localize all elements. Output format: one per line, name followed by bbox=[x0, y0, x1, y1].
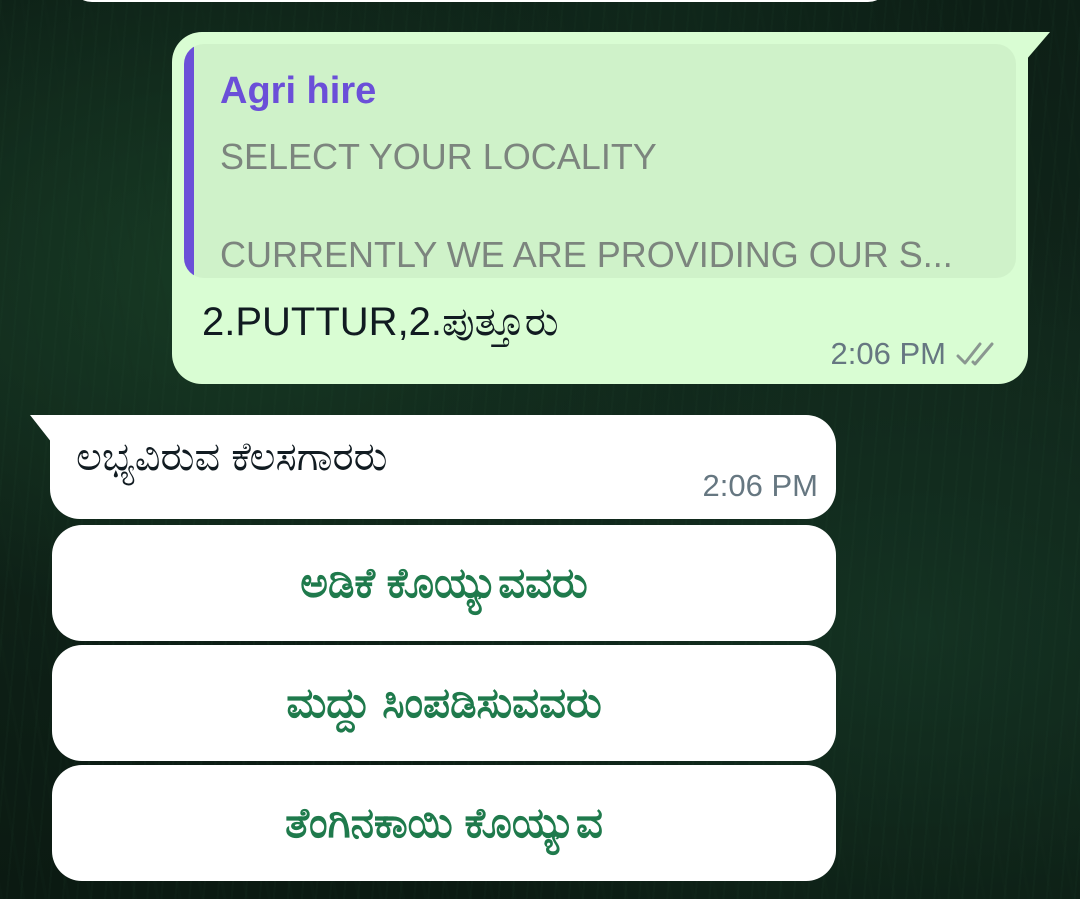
outgoing-message-time: 2:06 PM bbox=[830, 336, 946, 371]
reply-button-label: ತೆಂಗಿನಕಾಯಿ ಕೊಯ್ಯುವ bbox=[285, 798, 603, 846]
quoted-text-line-2: CURRENTLY WE ARE PROVIDING OUR S... bbox=[220, 234, 953, 275]
reply-button-pesticide-sprayers[interactable]: ಮದ್ದು ಸಿಂಪಡಿಸುವವರು bbox=[52, 645, 836, 761]
quoted-message[interactable]: Agri hire SELECT YOUR LOCALITY CURRENTLY… bbox=[184, 44, 1016, 278]
incoming-message-bubble[interactable]: ಲಭ್ಯವಿರುವ ಕೆಲಸಗಾರರು 2:06 PM bbox=[30, 415, 836, 519]
incoming-bubble-tail bbox=[30, 415, 52, 443]
reply-button-coconut-pluckers[interactable]: ತೆಂಗಿನಕಾಯಿ ಕೊಯ್ಯುವ bbox=[52, 765, 836, 881]
outgoing-bubble-tail bbox=[1026, 32, 1050, 60]
incoming-message-time: 2:06 PM bbox=[702, 468, 818, 503]
incoming-message-text: ಲಭ್ಯವಿರುವ ಕೆಲಸಗಾರರು bbox=[76, 435, 388, 479]
outgoing-message-meta: 2:06 PM bbox=[831, 336, 1000, 372]
double-check-icon bbox=[956, 342, 994, 366]
outgoing-message-bubble[interactable]: Agri hire SELECT YOUR LOCALITY CURRENTLY… bbox=[172, 32, 1050, 384]
reply-button-label: ಮದ್ದು ಸಿಂಪಡಿಸುವವರು bbox=[286, 678, 602, 726]
previous-message-edge bbox=[70, 0, 890, 2]
quoted-text-line-1: SELECT YOUR LOCALITY bbox=[220, 136, 657, 177]
quoted-author: Agri hire bbox=[220, 70, 377, 112]
reply-button-label: ಅಡಿಕೆ ಕೊಯ್ಯುವವರು bbox=[300, 558, 588, 606]
reply-button-areca-harvesters[interactable]: ಅಡಿಕೆ ಕೊಯ್ಯುವವರು bbox=[52, 525, 836, 641]
quote-accent-bar bbox=[184, 44, 194, 278]
outgoing-message-text: 2.PUTTUR,2.ಪುತ್ತೂರು bbox=[202, 300, 559, 344]
